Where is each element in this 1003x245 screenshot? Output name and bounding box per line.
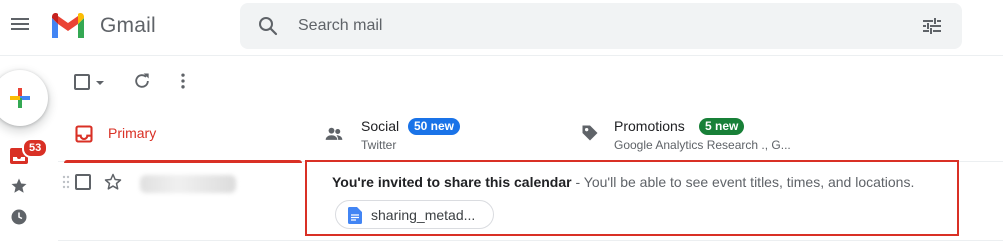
tab-subtext: Twitter	[361, 138, 397, 152]
redaction-blur	[140, 175, 236, 193]
row-checkbox[interactable]	[75, 174, 91, 190]
refresh-icon[interactable]	[132, 71, 152, 91]
new-count-badge: 5 new	[699, 118, 745, 135]
inbox-unread-badge: 53	[22, 138, 49, 158]
chevron-down-icon[interactable]	[94, 76, 106, 88]
mail-toolbar	[58, 58, 1003, 106]
menu-icon[interactable]	[8, 12, 32, 36]
tab-social[interactable]: Social 50 new Twitter	[308, 108, 560, 162]
select-all-checkbox[interactable]	[74, 74, 90, 90]
email-subject: You're invited to share this calendar	[332, 174, 572, 190]
people-icon	[324, 124, 344, 144]
email-summary: You're invited to share this calendar - …	[332, 174, 914, 190]
tab-label: Primary	[108, 125, 157, 141]
tab-subtext: Google Analytics Research ., G...	[614, 138, 791, 152]
tag-icon	[580, 123, 600, 143]
gmail-logo-icon[interactable]	[50, 12, 86, 40]
clock-icon[interactable]	[10, 208, 28, 226]
email-row[interactable]: You're invited to share this calendar - …	[58, 163, 1003, 241]
star-icon[interactable]	[10, 177, 28, 195]
search-bar[interactable]	[240, 3, 962, 49]
more-vert-icon[interactable]	[173, 71, 193, 91]
inbox-icon	[74, 124, 94, 144]
email-snippet: - You'll be able to see event titles, ti…	[571, 174, 915, 190]
compose-icon	[10, 88, 30, 108]
document-icon	[348, 207, 362, 224]
attachment-chip[interactable]: sharing_metad...	[335, 200, 494, 229]
app-brand: Gmail	[100, 14, 156, 37]
top-header: Gmail	[0, 0, 1003, 56]
category-tabs: Primary Social 50 new Twitter Promotions…	[58, 108, 1003, 163]
search-icon[interactable]	[256, 14, 280, 38]
tab-promotions[interactable]: Promotions 5 new Google Analytics Resear…	[560, 108, 820, 162]
drag-handle-icon[interactable]	[62, 175, 70, 189]
tab-primary[interactable]: Primary	[58, 108, 308, 163]
star-toggle-icon[interactable]	[103, 172, 123, 192]
sender-name-redacted	[140, 173, 240, 195]
attachment-name: sharing_metad...	[371, 207, 476, 223]
gmail-window: Gmail 53	[0, 0, 1003, 245]
compose-button[interactable]	[0, 70, 48, 126]
tab-label: Promotions	[614, 118, 685, 134]
tune-icon[interactable]	[920, 14, 944, 38]
search-input[interactable]	[296, 12, 896, 40]
new-count-badge: 50 new	[408, 118, 461, 135]
tab-label: Social	[361, 118, 400, 134]
